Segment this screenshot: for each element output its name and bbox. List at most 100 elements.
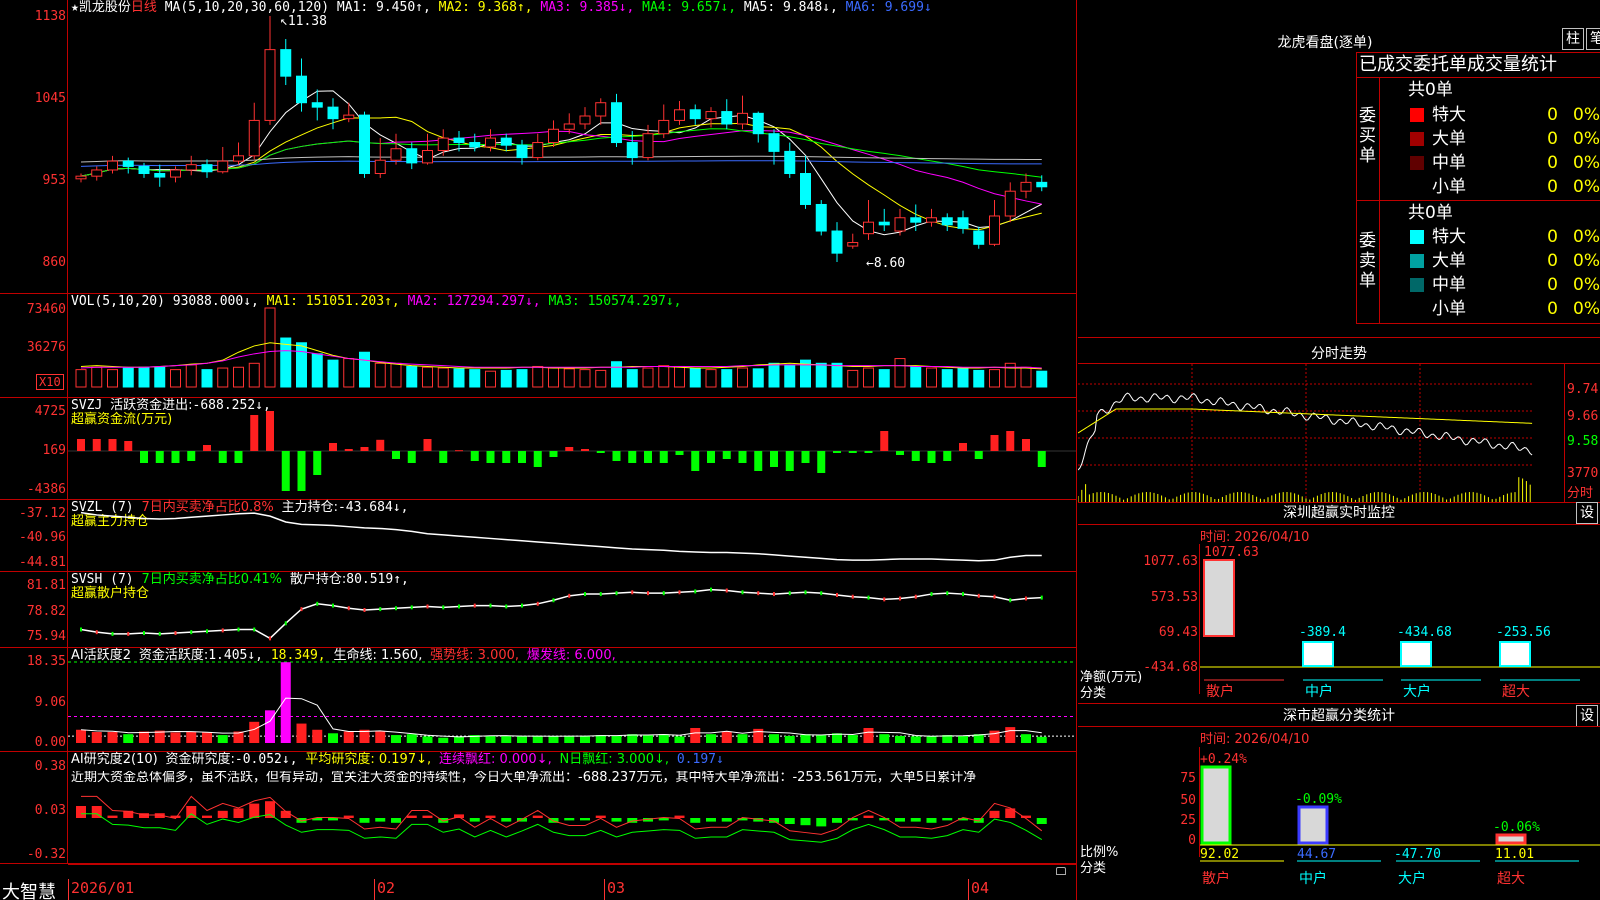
color-swatch bbox=[1410, 254, 1424, 268]
ai-research-chart[interactable] bbox=[68, 752, 1076, 864]
svzj-chart[interactable] bbox=[68, 398, 1076, 500]
net-bar bbox=[1203, 559, 1235, 637]
activity-bar bbox=[910, 736, 921, 743]
volume-bar bbox=[674, 365, 685, 388]
category-label: 大户 bbox=[1398, 870, 1426, 887]
activity-bar bbox=[863, 727, 874, 743]
volume-bar bbox=[154, 366, 166, 388]
net-bar bbox=[1400, 641, 1432, 667]
activity-bar bbox=[532, 735, 543, 743]
flow-bar bbox=[738, 451, 747, 463]
volume-bar bbox=[327, 359, 339, 388]
research-bar bbox=[895, 818, 905, 822]
retail-mark bbox=[946, 591, 949, 596]
volume-panel[interactable]: 73460 36276 X10 VOL(5,10,20) 93088.000↓,… bbox=[0, 294, 1077, 398]
ai-research-panel[interactable]: 0.38 0.03 -0.32 AI研究度2(10) 资金研究度:-0.052↓… bbox=[0, 752, 1077, 864]
candle-body bbox=[910, 217, 922, 223]
svsh-panel[interactable]: 81.81 78.82 75.94 SVSH (7) 7日内买卖净占比0.41%… bbox=[0, 572, 1077, 648]
flow-bar bbox=[1037, 451, 1046, 467]
svzl-chart[interactable] bbox=[68, 500, 1076, 572]
svzl-panel[interactable]: -37.12 -40.96 -44.81 SVZL (7) 7日内买卖净占比0.… bbox=[0, 500, 1077, 572]
volume-bar bbox=[910, 365, 922, 388]
volume-bar bbox=[1036, 370, 1048, 388]
ratio-change: -0.09% bbox=[1295, 792, 1342, 807]
retail-mark bbox=[158, 631, 161, 636]
bar-mode-button[interactable]: 柱 bbox=[1562, 28, 1584, 50]
price-line bbox=[1078, 392, 1533, 471]
candlestick-chart[interactable] bbox=[68, 0, 1076, 294]
flow-bar bbox=[628, 451, 637, 463]
svzl-tick: -37.12 bbox=[19, 506, 66, 521]
main-chart-panel[interactable]: 1138 1045 953 860 ★凯龙股份日线 MA(5,10,20,30,… bbox=[0, 0, 1077, 294]
retail-mark bbox=[111, 631, 114, 636]
candle-body bbox=[75, 175, 87, 180]
research-bar bbox=[76, 806, 86, 818]
intraday-panel[interactable]: 分时走势 9.74 9.66 9.58 3770 分时 bbox=[1078, 339, 1600, 503]
flow-bar bbox=[754, 451, 763, 471]
row-count: 0 bbox=[1547, 275, 1558, 295]
tick-mode-button[interactable]: 笔 bbox=[1586, 28, 1600, 50]
research-bar bbox=[674, 815, 685, 818]
candle-body bbox=[422, 150, 433, 164]
classify-tick: 0 bbox=[1188, 833, 1196, 848]
candle-body bbox=[217, 160, 229, 173]
activity-bar bbox=[958, 735, 968, 743]
volume-bar bbox=[469, 369, 481, 388]
ma10-line bbox=[80, 116, 1042, 231]
activity-bar bbox=[249, 721, 260, 743]
intraday-chart[interactable] bbox=[1078, 364, 1564, 502]
candle-body bbox=[390, 148, 402, 161]
monitor-tick: 573.53 bbox=[1151, 590, 1198, 605]
ai-activity-chart[interactable] bbox=[68, 648, 1076, 752]
volume-bar bbox=[406, 365, 418, 388]
classify-chart[interactable]: +0.24% 92.02 散户 -0.09% 44.67 中户 -47.70 大户 -0.06%… bbox=[1200, 745, 1600, 900]
row-pct: 0% bbox=[1573, 251, 1600, 271]
monitor-chart[interactable]: 1077.63 散户 -389.4 中户 -434.68 大户 -253.56 超大 bbox=[1200, 544, 1600, 700]
ai1-tick: 9.06 bbox=[34, 695, 66, 710]
candle-body bbox=[674, 109, 685, 121]
research-bar bbox=[343, 815, 354, 818]
retail-mark bbox=[458, 604, 460, 609]
row-name: 小单 bbox=[1432, 299, 1466, 319]
flow-bar bbox=[155, 451, 164, 463]
svzl-tick: -40.96 bbox=[19, 530, 66, 545]
monitor-settings-button[interactable]: 设 bbox=[1576, 502, 1598, 524]
retail-mark bbox=[347, 606, 350, 611]
retail-mark bbox=[820, 591, 823, 596]
lock-icon[interactable] bbox=[1056, 867, 1066, 875]
volume-bar bbox=[737, 367, 748, 388]
sell-row: 小单 0 0% bbox=[1410, 297, 1600, 321]
svzj-panel[interactable]: 4725 169 -4386 SVZJ 活跃资金进出:-688.252↓, 超赢… bbox=[0, 398, 1077, 500]
candle-body bbox=[359, 114, 370, 175]
research-bar bbox=[328, 818, 338, 821]
volume-bar bbox=[548, 367, 559, 388]
realtime-monitor-panel[interactable]: 深圳超赢实时监控 设 时间: 2026/04/10 1077.63 573.53… bbox=[1078, 502, 1600, 704]
date-label: 03 bbox=[604, 879, 625, 900]
flow-bar bbox=[817, 451, 826, 473]
high-marker: ↖11.38 bbox=[280, 14, 327, 29]
classify-panel[interactable]: 深市超赢分类统计 设 时间: 2026/04/10 75 50 25 0 比例%… bbox=[1078, 705, 1600, 900]
candle-body bbox=[989, 215, 1000, 245]
candle-body bbox=[926, 217, 937, 223]
intraday-tick: 9.58 bbox=[1567, 434, 1599, 449]
volume-chart[interactable] bbox=[68, 294, 1076, 398]
candle-body bbox=[878, 221, 890, 226]
volume-bar bbox=[390, 362, 402, 388]
activity-bar bbox=[76, 729, 86, 743]
row-name: 中单 bbox=[1432, 275, 1466, 295]
retail-mark bbox=[536, 601, 539, 606]
candle-body bbox=[138, 165, 150, 175]
classify-settings-button[interactable]: 设 bbox=[1576, 705, 1598, 727]
ai2-tick: 0.38 bbox=[34, 759, 66, 774]
svsh-chart[interactable] bbox=[68, 572, 1076, 648]
candle-body bbox=[737, 112, 748, 125]
volume-bar bbox=[595, 369, 607, 388]
ai-activity-panel[interactable]: 18.35 9.06 0.00 AI活跃度2 资金活跃度:1.405↓, 18.… bbox=[0, 648, 1077, 752]
candle-body bbox=[296, 75, 307, 104]
retail-mark bbox=[851, 594, 854, 599]
candle-body bbox=[122, 160, 134, 167]
candle-body bbox=[941, 217, 953, 226]
candle-body bbox=[532, 142, 544, 159]
flow-bar bbox=[455, 450, 463, 452]
volume-bar bbox=[941, 369, 953, 388]
